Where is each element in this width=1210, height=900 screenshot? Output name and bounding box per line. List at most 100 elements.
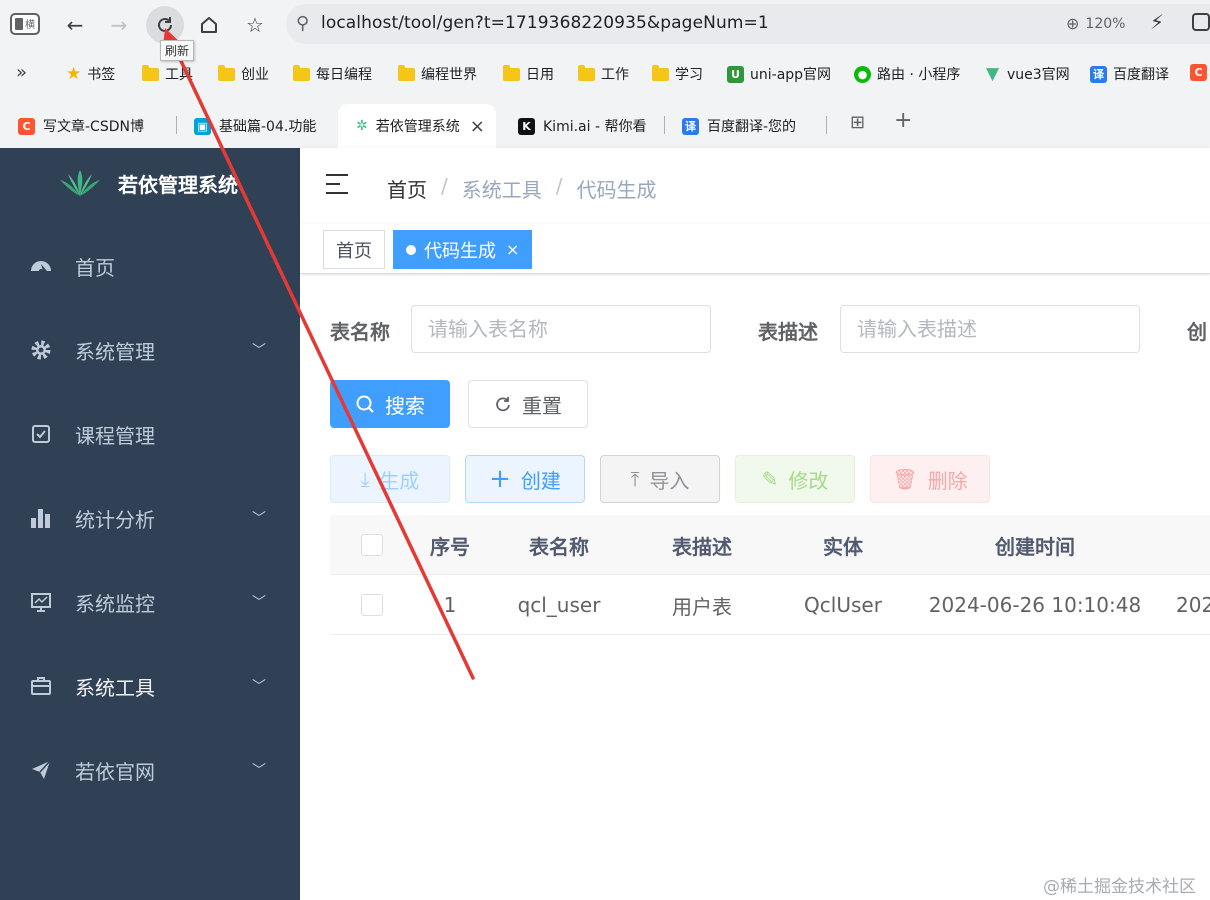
bookmark-folder[interactable]: 学习 [652, 64, 703, 84]
breadcrumb-separator: / [441, 174, 448, 198]
sidebar-item-home[interactable]: 首页 [0, 238, 300, 294]
tab-label: 若依管理系统 [375, 119, 460, 135]
row-index: 1 [443, 593, 457, 617]
bookmark-folder[interactable]: 日用 [503, 64, 554, 84]
browser-tab-active[interactable]: ✲ 若依管理系统 × [338, 104, 496, 148]
row-checkbox[interactable] [361, 594, 383, 616]
close-icon[interactable]: × [506, 240, 519, 259]
tab-label: 写文章-CSDN博 [43, 119, 144, 135]
bookmarks-overflow-icon[interactable]: » [16, 62, 27, 83]
reset-button-label: 重置 [522, 393, 562, 418]
edit-button[interactable]: ✎ 修改 [735, 455, 855, 503]
new-tab-icon[interactable]: + [894, 108, 912, 133]
folder-icon [398, 64, 415, 81]
paper-plane-icon [30, 759, 52, 781]
bookmark-item[interactable]: 译百度翻译 [1090, 64, 1169, 84]
url-text[interactable]: localhost/tool/gen?t=1719368220935&pageN… [321, 13, 769, 33]
bookmark-item[interactable]: C [1190, 64, 1207, 81]
tab-label: 百度翻译-您的 [707, 119, 797, 135]
folder-icon [578, 64, 595, 81]
column-header: 创建时间 [995, 534, 1075, 559]
home-button[interactable] [190, 6, 228, 44]
address-bar[interactable]: ⚲ localhost/tool/gen?t=1719368220935&pag… [286, 4, 1210, 44]
breadcrumb-separator: / [555, 174, 563, 198]
sidebar-item-label: 首页 [75, 255, 115, 280]
select-all-checkbox[interactable] [361, 534, 383, 556]
search-icon [356, 395, 374, 413]
zoom-indicator[interactable]: ⊕ 120% [1066, 14, 1125, 33]
app-navbar: 首页 / 系统工具 / 代码生成 [300, 148, 1210, 224]
generate-button-label: 生成 [379, 468, 420, 493]
folder-icon [293, 64, 310, 81]
bookmark-folder[interactable]: 编程世界 [398, 64, 477, 84]
bookmark-item[interactable]: ● 路由 · 小程序 [854, 64, 960, 84]
bookmark-star-button[interactable]: ☆ [236, 6, 274, 44]
table-name-input[interactable] [411, 305, 711, 353]
tab-groups-icon[interactable]: ⊞ [850, 112, 865, 133]
ruoyi-logo-icon [60, 170, 100, 196]
sidebar-toggle-icon[interactable]: 横 [10, 13, 40, 35]
hamburger-icon[interactable] [326, 174, 350, 194]
zoom-level: 120% [1085, 15, 1126, 32]
tab-label: 基础篇-04.功能 [219, 119, 317, 135]
sidebar-item-system[interactable]: 系统管理 ﹀ [0, 322, 300, 378]
trash-icon: 🗑 [892, 467, 918, 491]
row-select-cell [330, 575, 414, 635]
table-comment-input[interactable] [840, 305, 1140, 353]
tag-label: 代码生成 [424, 240, 496, 262]
search-button[interactable]: 搜索 [330, 380, 450, 428]
back-button[interactable]: ← [56, 6, 94, 44]
bookmark-folder[interactable]: 工具 [142, 64, 193, 84]
tag-code-gen[interactable]: 代码生成 × [393, 230, 533, 269]
sidebar-toggle-label: 横 [25, 20, 35, 31]
browser-tab[interactable]: K Kimi.ai - 帮你看 [500, 104, 660, 148]
bookmark-folder[interactable]: 每日编程 [293, 64, 372, 84]
extension-icon[interactable] [1192, 13, 1210, 31]
reset-button[interactable]: 重置 [468, 380, 588, 428]
bookmark-item[interactable]: ★ 书签 [66, 64, 115, 84]
generate-button[interactable]: ⤓ 生成 [330, 455, 450, 503]
sidebar-item-label: 若依官网 [75, 759, 155, 784]
sidebar-item-label: 系统监控 [75, 591, 155, 616]
bookmark-item[interactable]: ▼ vue3官网 [984, 64, 1070, 84]
close-icon[interactable]: × [470, 116, 485, 137]
select-all-cell [330, 515, 414, 575]
breadcrumb-item: 代码生成 [576, 178, 657, 202]
row-update-time: 202 [1176, 593, 1210, 617]
browser-tab[interactable]: C 写文章-CSDN博 [0, 104, 172, 148]
star-icon: ★ [66, 64, 82, 84]
browser-tab[interactable]: ▣ 基础篇-04.功能 [176, 104, 334, 148]
breadcrumb: 首页 / 系统工具 / 代码生成 [387, 174, 657, 203]
breadcrumb-item[interactable]: 首页 [387, 174, 427, 203]
browser-tab[interactable]: 译百度翻译-您的 [664, 104, 824, 148]
plus-icon: + [489, 464, 511, 494]
checkbox-icon [30, 423, 52, 445]
bookmark-label: uni-app官网 [750, 67, 832, 83]
sidebar-item-official-site[interactable]: 若依官网 ﹀ [0, 742, 300, 798]
forward-button[interactable]: → [100, 6, 138, 44]
bookmark-label: 百度翻译 [1113, 67, 1169, 83]
delete-button[interactable]: 🗑 删除 [870, 455, 990, 503]
tag-home[interactable]: 首页 [323, 230, 385, 269]
sidebar-item-tools[interactable]: 系统工具 ﹀ [0, 658, 300, 714]
bookmark-label: 创业 [241, 67, 269, 83]
sidebar-item-statistics[interactable]: 统计分析 ﹀ [0, 490, 300, 546]
wechat-icon: ● [854, 65, 871, 83]
lightning-icon[interactable]: ⚡ [1150, 10, 1164, 34]
create-button[interactable]: + 创建 [465, 455, 585, 503]
csdn-icon: C [18, 117, 35, 135]
app-logo[interactable]: 若依管理系统 [58, 168, 238, 198]
bookmark-item[interactable]: Uuni-app官网 [727, 64, 831, 84]
sidebar-item-monitor[interactable]: 系统监控 ﹀ [0, 574, 300, 630]
reload-button[interactable] [146, 6, 184, 44]
table-row[interactable]: 1 qcl_user 用户表 QclUser 2024-06-26 10:10:… [330, 575, 1210, 635]
column-header: 表描述 [672, 534, 732, 559]
sidebar-item-course[interactable]: 课程管理 [0, 406, 300, 462]
table-header: 序号 表名称 表描述 实体 创建时间 [330, 515, 1210, 575]
bookmark-label: 工具 [165, 67, 193, 83]
bookmark-label: 工作 [601, 67, 629, 83]
bookmark-folder[interactable]: 工作 [578, 64, 629, 84]
toolbox-icon [30, 675, 52, 697]
bookmark-folder[interactable]: 创业 [218, 64, 269, 84]
import-button[interactable]: ⤒ 导入 [600, 455, 720, 503]
